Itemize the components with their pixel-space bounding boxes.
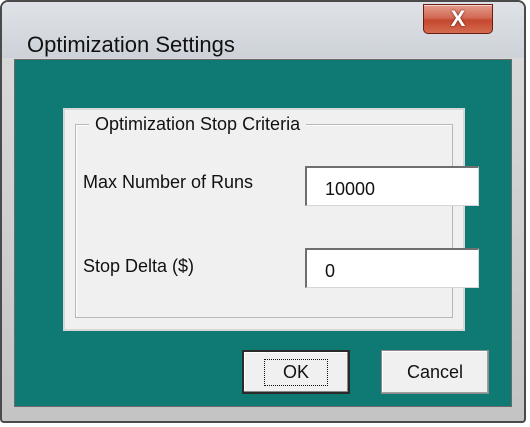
stop-criteria-groupbox bbox=[75, 124, 453, 318]
cancel-button-label: Cancel bbox=[406, 361, 464, 382]
dialog-client-area: Optimization Stop Criteria Max Number of… bbox=[14, 59, 512, 407]
cancel-button[interactable]: Cancel bbox=[381, 350, 489, 394]
max-runs-input[interactable] bbox=[305, 166, 479, 206]
stop-delta-label: Stop Delta ($) bbox=[83, 256, 195, 276]
ok-button-label: OK bbox=[263, 358, 328, 386]
close-icon: X bbox=[450, 6, 466, 31]
dialog-window: Optimization Settings X Optimization Sto… bbox=[0, 0, 526, 423]
title-bar[interactable]: Optimization Settings X bbox=[2, 2, 524, 58]
stop-delta-input[interactable] bbox=[305, 248, 479, 288]
close-button[interactable]: X bbox=[423, 4, 493, 34]
groupbox-legend: Optimization Stop Criteria bbox=[89, 114, 307, 135]
window-title: Optimization Settings bbox=[27, 32, 235, 57]
ok-button[interactable]: OK bbox=[242, 350, 350, 394]
max-runs-label: Max Number of Runs bbox=[83, 172, 254, 192]
stop-criteria-panel: Optimization Stop Criteria Max Number of… bbox=[63, 108, 479, 331]
